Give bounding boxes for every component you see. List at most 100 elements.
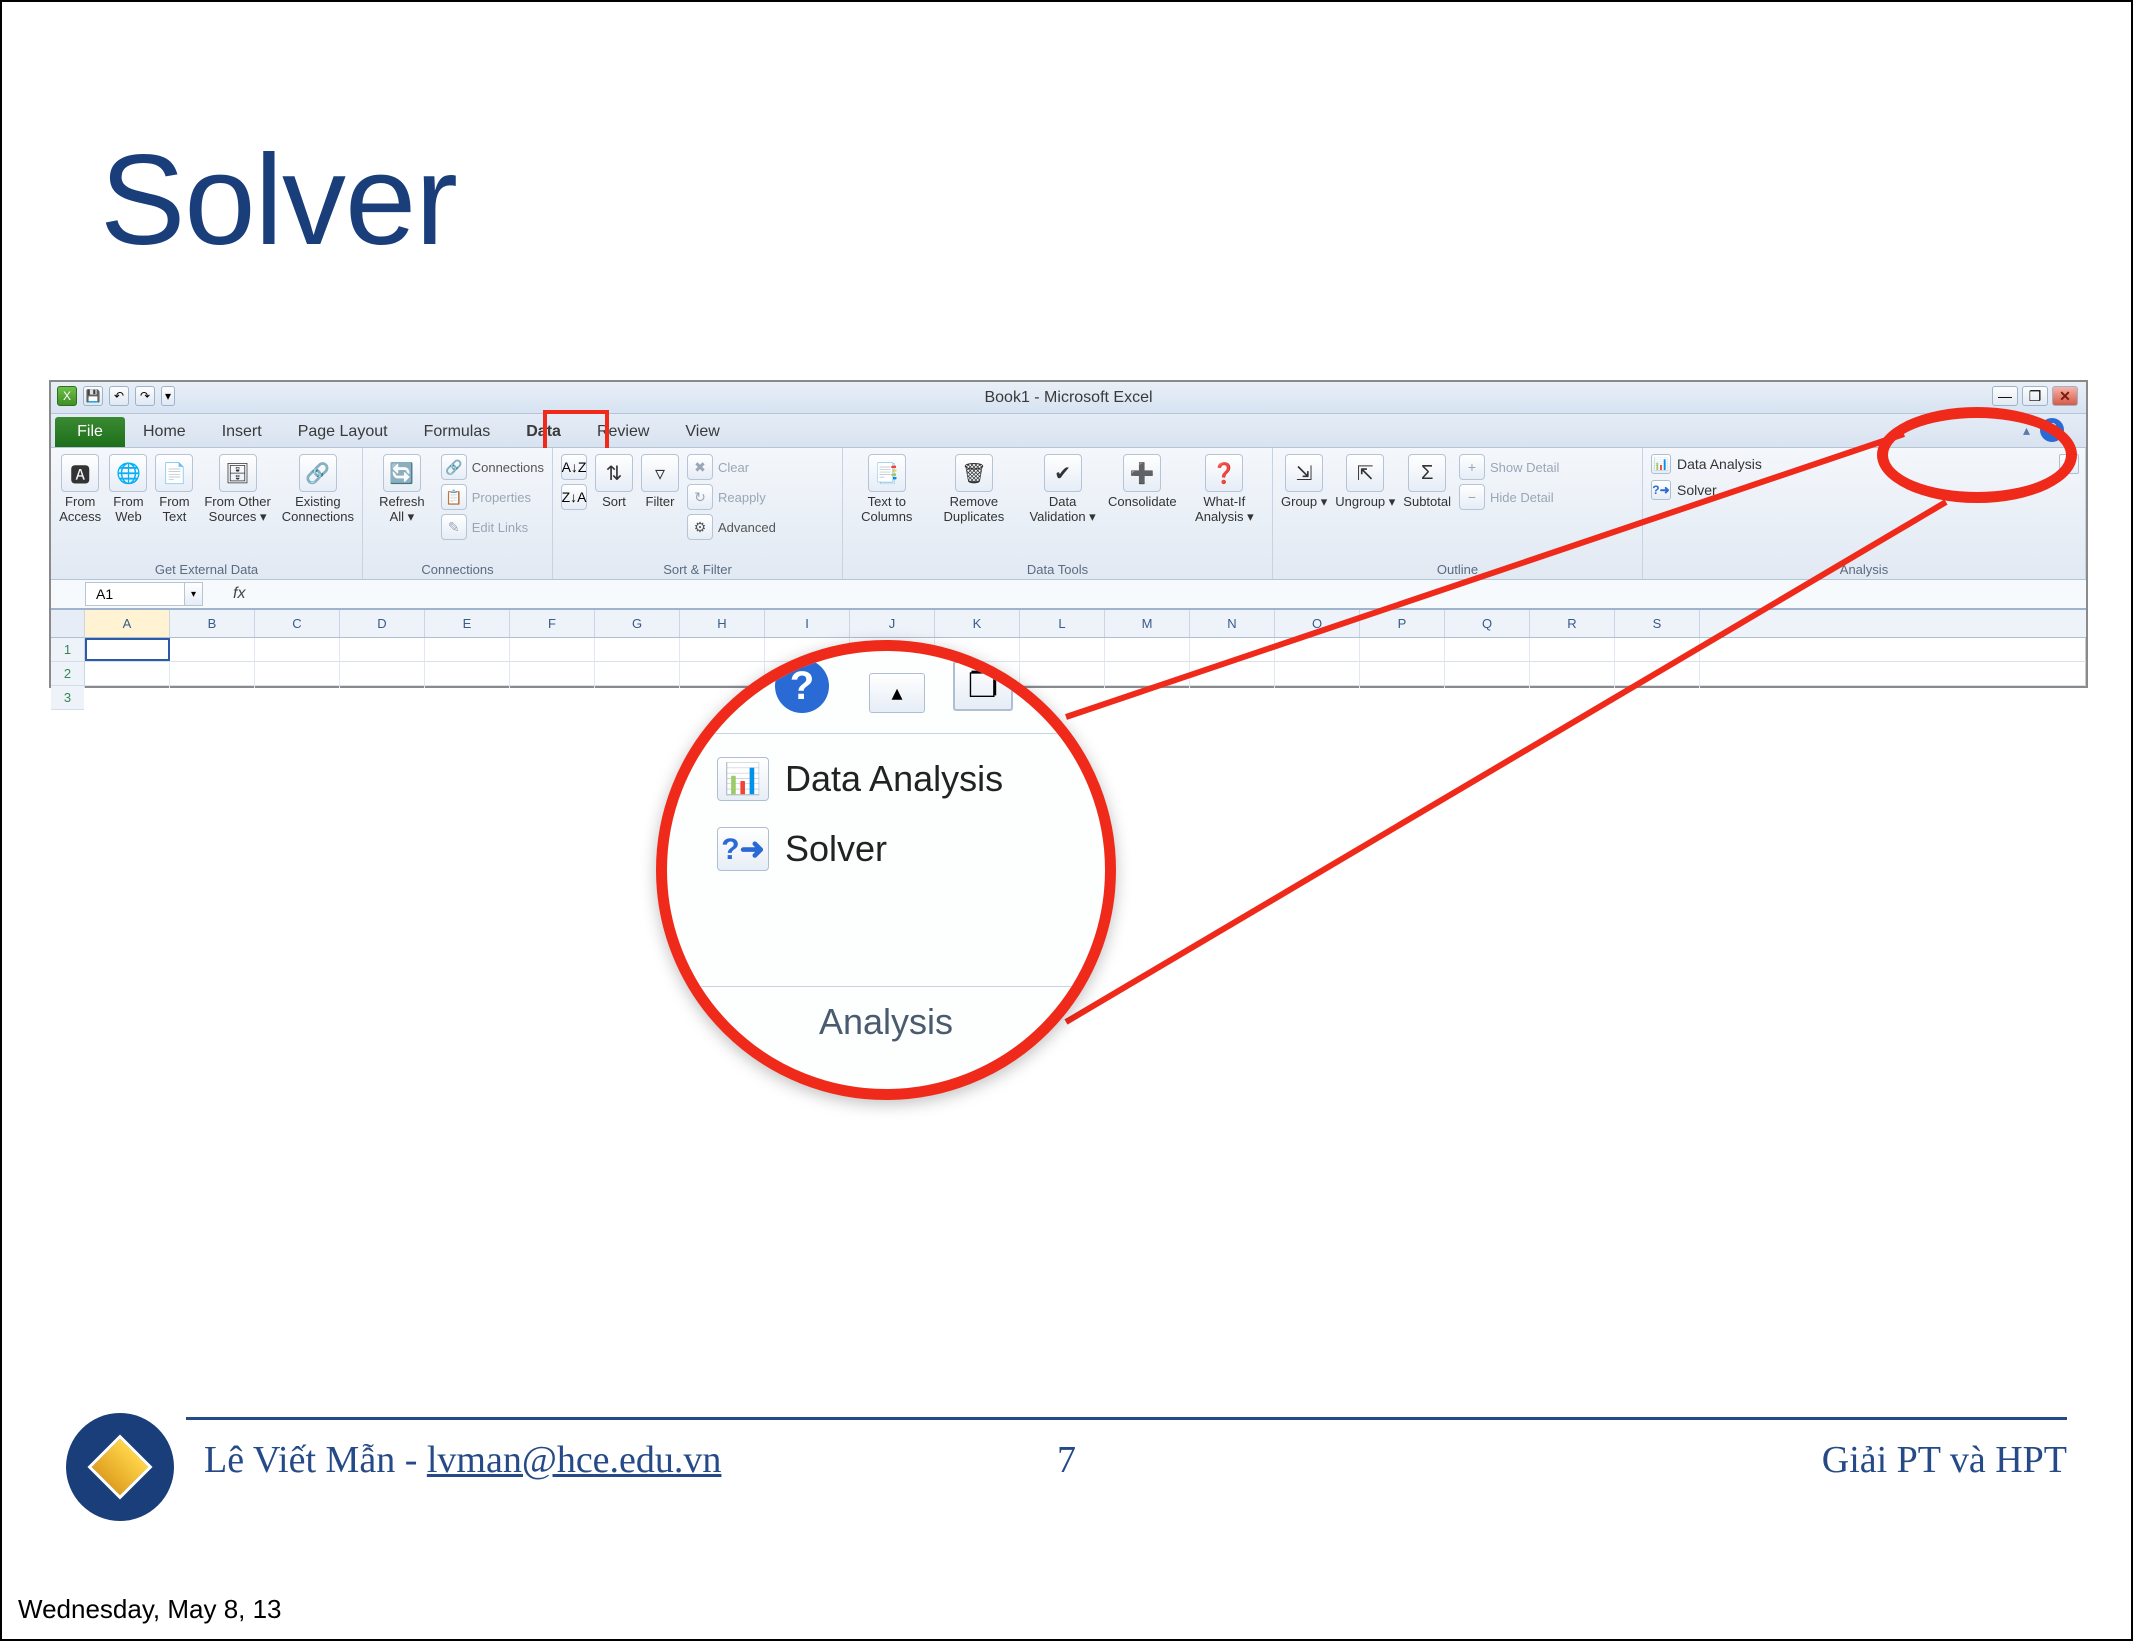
- cell[interactable]: [255, 662, 340, 685]
- col-header[interactable]: A: [85, 610, 170, 637]
- col-header[interactable]: K: [935, 610, 1020, 637]
- cell[interactable]: [340, 686, 425, 688]
- cell[interactable]: [1530, 686, 1615, 688]
- qat-dropdown-icon[interactable]: ▾: [161, 386, 175, 406]
- cell[interactable]: [340, 638, 425, 661]
- help-icon[interactable]: ?: [2040, 418, 2064, 442]
- cell[interactable]: [255, 638, 340, 661]
- excel-icon[interactable]: X: [57, 386, 77, 406]
- cell[interactable]: [1530, 638, 1615, 661]
- show-detail-button[interactable]: +Show Detail: [1459, 454, 1559, 480]
- col-header[interactable]: F: [510, 610, 595, 637]
- redo-icon[interactable]: ↷: [135, 386, 155, 406]
- subtotal-button[interactable]: ΣSubtotal: [1403, 454, 1451, 509]
- data-validation-button[interactable]: ✔Data Validation ▾: [1025, 454, 1100, 525]
- ungroup-button[interactable]: ⇱Ungroup ▾: [1335, 454, 1395, 510]
- col-header[interactable]: D: [340, 610, 425, 637]
- cell[interactable]: [1445, 662, 1530, 685]
- filter-button[interactable]: ▿Filter: [641, 454, 679, 509]
- cell[interactable]: [1615, 686, 1700, 688]
- cell[interactable]: [1445, 638, 1530, 661]
- tab-data[interactable]: Data: [508, 417, 579, 447]
- cell[interactable]: [255, 686, 340, 688]
- cell[interactable]: [170, 686, 255, 688]
- author-email-link[interactable]: lvman@hce.edu.vn: [427, 1439, 722, 1481]
- text-to-columns-button[interactable]: 📑Text to Columns: [851, 454, 923, 524]
- cell[interactable]: [425, 638, 510, 661]
- tab-view[interactable]: View: [667, 417, 737, 447]
- col-header[interactable]: M: [1105, 610, 1190, 637]
- col-header[interactable]: Q: [1445, 610, 1530, 637]
- close-button[interactable]: ✕: [2052, 386, 2078, 406]
- cell[interactable]: [1360, 662, 1445, 685]
- col-header[interactable]: E: [425, 610, 510, 637]
- cell[interactable]: [1190, 686, 1275, 688]
- what-if-button[interactable]: ❓What-If Analysis ▾: [1185, 454, 1264, 525]
- undo-icon[interactable]: ↶: [109, 386, 129, 406]
- col-header[interactable]: G: [595, 610, 680, 637]
- cell[interactable]: [1360, 686, 1445, 688]
- cell[interactable]: [170, 662, 255, 685]
- name-box[interactable]: A1: [85, 582, 185, 606]
- col-header[interactable]: L: [1020, 610, 1105, 637]
- connections-button[interactable]: 🔗Connections: [441, 454, 544, 480]
- tab-insert[interactable]: Insert: [204, 417, 280, 447]
- sort-desc-button[interactable]: Z↓A: [561, 484, 587, 510]
- zoom-solver-button[interactable]: ?➜ Solver: [717, 827, 887, 871]
- restore-button[interactable]: ❐: [2022, 386, 2048, 406]
- name-box-dropdown[interactable]: ▾: [185, 582, 203, 606]
- col-header[interactable]: I: [765, 610, 850, 637]
- col-header[interactable]: B: [170, 610, 255, 637]
- file-tab[interactable]: File: [55, 417, 125, 447]
- refresh-all-button[interactable]: 🔄Refresh All ▾: [371, 454, 433, 525]
- advanced-button[interactable]: ⚙Advanced: [687, 514, 776, 540]
- tab-review[interactable]: Review: [579, 417, 667, 447]
- from-other-sources-button[interactable]: 🗄From Other Sources ▾: [201, 454, 273, 525]
- sort-asc-button[interactable]: A↓Z: [561, 454, 587, 480]
- existing-connections-button[interactable]: 🔗Existing Connections: [282, 454, 354, 524]
- cell[interactable]: [1445, 686, 1530, 688]
- properties-button[interactable]: 📋Properties: [441, 484, 544, 510]
- edit-links-button[interactable]: ✎Edit Links: [441, 514, 544, 540]
- col-header[interactable]: J: [850, 610, 935, 637]
- cell[interactable]: [1190, 638, 1275, 661]
- col-header[interactable]: N: [1190, 610, 1275, 637]
- zoom-data-analysis-button[interactable]: 📊 Data Analysis: [717, 757, 1003, 801]
- cell[interactable]: [1105, 638, 1190, 661]
- from-text-button[interactable]: 📄From Text: [155, 454, 193, 524]
- row-header-2[interactable]: 2: [51, 662, 84, 686]
- col-header[interactable]: H: [680, 610, 765, 637]
- fx-label[interactable]: fx: [233, 585, 245, 603]
- col-header[interactable]: C: [255, 610, 340, 637]
- cell[interactable]: [85, 662, 170, 685]
- collapse-ribbon-icon[interactable]: ▴: [2023, 422, 2030, 439]
- cell[interactable]: [85, 686, 170, 688]
- reapply-button[interactable]: ↻Reapply: [687, 484, 776, 510]
- clear-button[interactable]: ✖Clear: [687, 454, 776, 480]
- from-access-button[interactable]: 🅰From Access: [59, 454, 101, 524]
- cell[interactable]: [1190, 662, 1275, 685]
- row-header-1[interactable]: 1: [51, 638, 84, 662]
- cell[interactable]: [1275, 686, 1360, 688]
- cell[interactable]: [1105, 662, 1190, 685]
- tab-page-layout[interactable]: Page Layout: [280, 417, 406, 447]
- data-analysis-button[interactable]: 📊Data Analysis: [1651, 454, 1762, 474]
- tab-home[interactable]: Home: [125, 417, 204, 447]
- cell[interactable]: [1105, 686, 1190, 688]
- col-header[interactable]: S: [1615, 610, 1700, 637]
- col-header[interactable]: R: [1530, 610, 1615, 637]
- col-header[interactable]: O: [1275, 610, 1360, 637]
- cell[interactable]: [1275, 638, 1360, 661]
- cell[interactable]: [170, 638, 255, 661]
- cell[interactable]: [510, 662, 595, 685]
- cell[interactable]: [425, 686, 510, 688]
- cell[interactable]: [1530, 662, 1615, 685]
- cell[interactable]: [510, 638, 595, 661]
- cell[interactable]: [425, 662, 510, 685]
- from-web-button[interactable]: 🌐From Web: [109, 454, 147, 524]
- group-button[interactable]: ⇲Group ▾: [1281, 454, 1327, 510]
- col-header[interactable]: P: [1360, 610, 1445, 637]
- sort-button[interactable]: ⇅Sort: [595, 454, 633, 509]
- consolidate-button[interactable]: ➕Consolidate: [1108, 454, 1177, 509]
- minimize-button[interactable]: —: [1992, 386, 2018, 406]
